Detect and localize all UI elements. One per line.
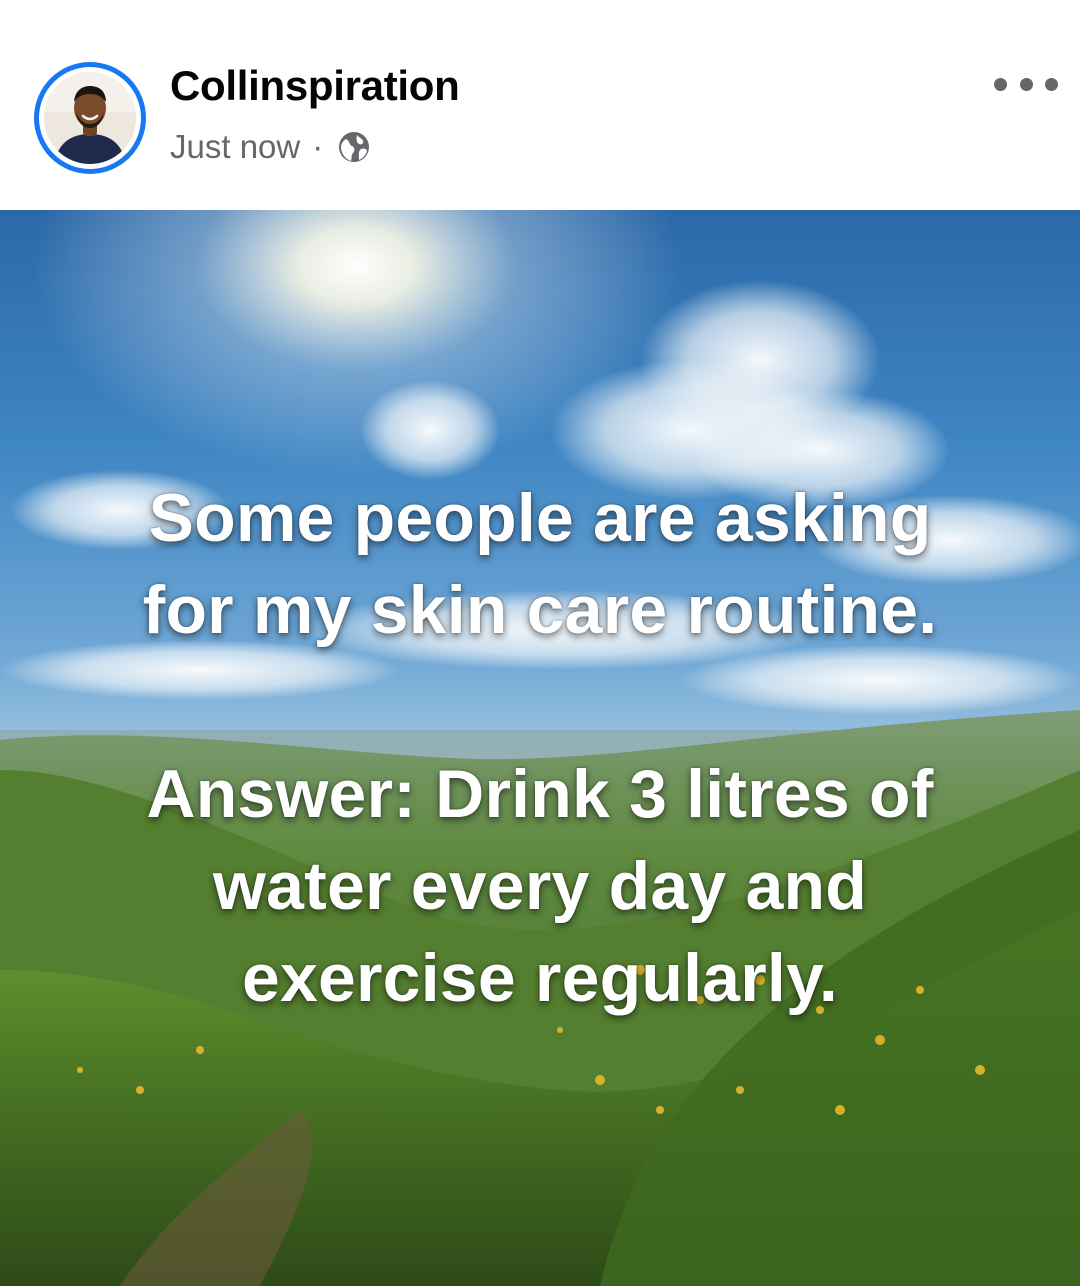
answer-line: water every day and	[213, 848, 867, 924]
answer-line: exercise regularly.	[241, 940, 839, 1016]
post-header: Collinspiration Just now ·	[0, 0, 1080, 210]
more-options-icon	[994, 77, 1007, 91]
more-options-button[interactable]	[994, 64, 1058, 104]
avatar-ring-gap	[39, 67, 141, 169]
more-options-dot	[1045, 77, 1058, 91]
meta-separator: ·	[312, 128, 324, 165]
answer-line: Answer: Drink 3 litres of	[146, 756, 934, 832]
author-name[interactable]: Collinspiration	[170, 62, 460, 110]
more-options-dot	[1019, 77, 1033, 91]
post-text-overlay: Some people are asking for my skin care …	[40, 472, 1040, 1024]
quote-line: for my skin care routine.	[142, 572, 938, 648]
post-timestamp[interactable]: Just now	[170, 128, 300, 166]
facebook-post: Collinspiration Just now · Some people a…	[0, 0, 1080, 1286]
post-image[interactable]: Some people are asking for my skin care …	[0, 210, 1080, 1286]
avatar[interactable]	[34, 62, 146, 174]
profile-photo-icon	[44, 72, 136, 164]
globe-icon[interactable]	[337, 130, 371, 164]
quote-line: Some people are asking	[148, 480, 932, 556]
post-meta: Just now ·	[170, 126, 371, 168]
